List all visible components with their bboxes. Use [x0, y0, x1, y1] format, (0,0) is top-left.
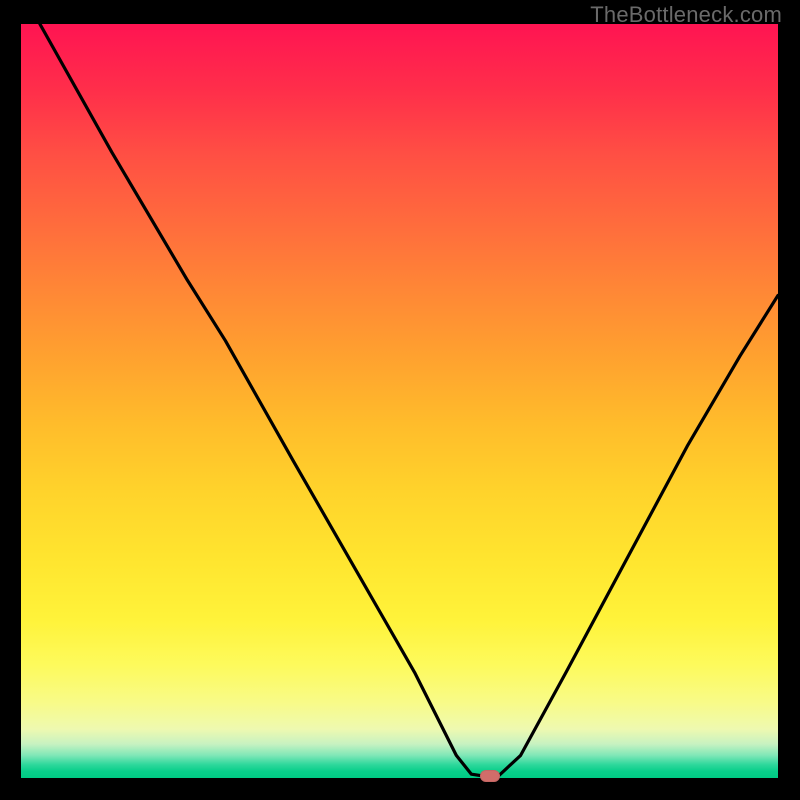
- minimum-marker: [480, 770, 500, 782]
- chart-frame: TheBottleneck.com: [0, 0, 800, 800]
- curve-line: [21, 24, 778, 778]
- plot-area: [21, 24, 778, 778]
